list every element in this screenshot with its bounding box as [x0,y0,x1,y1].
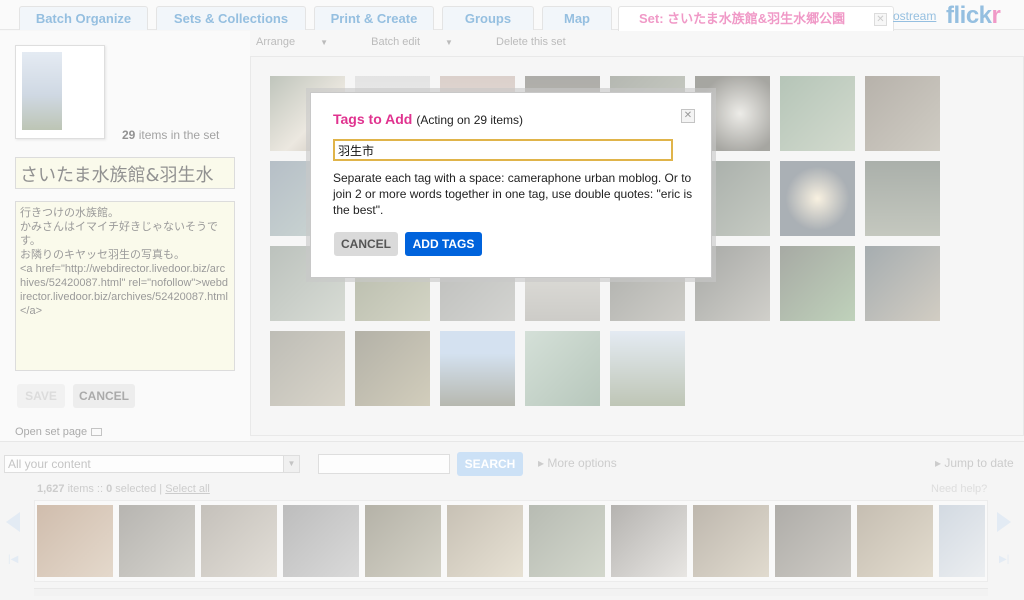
tags-input[interactable]: 羽生市 [333,139,673,161]
tags-help-text: Separate each tag with a space: cameraph… [333,171,693,217]
dialog-cancel-button[interactable]: CANCEL [334,232,398,256]
add-tags-button[interactable]: ADD TAGS [405,232,482,256]
add-tags-dialog: Tags to Add (Acting on 29 items) ✕ 羽生市 Se… [310,92,712,278]
dialog-title: Tags to Add (Acting on 29 items) [333,111,523,127]
modal-overlay[interactable] [0,0,1024,600]
close-icon[interactable]: ✕ [681,109,695,123]
dialog-subtitle: (Acting on 29 items) [416,113,524,127]
dialog-title-text: Tags to Add [333,111,413,127]
